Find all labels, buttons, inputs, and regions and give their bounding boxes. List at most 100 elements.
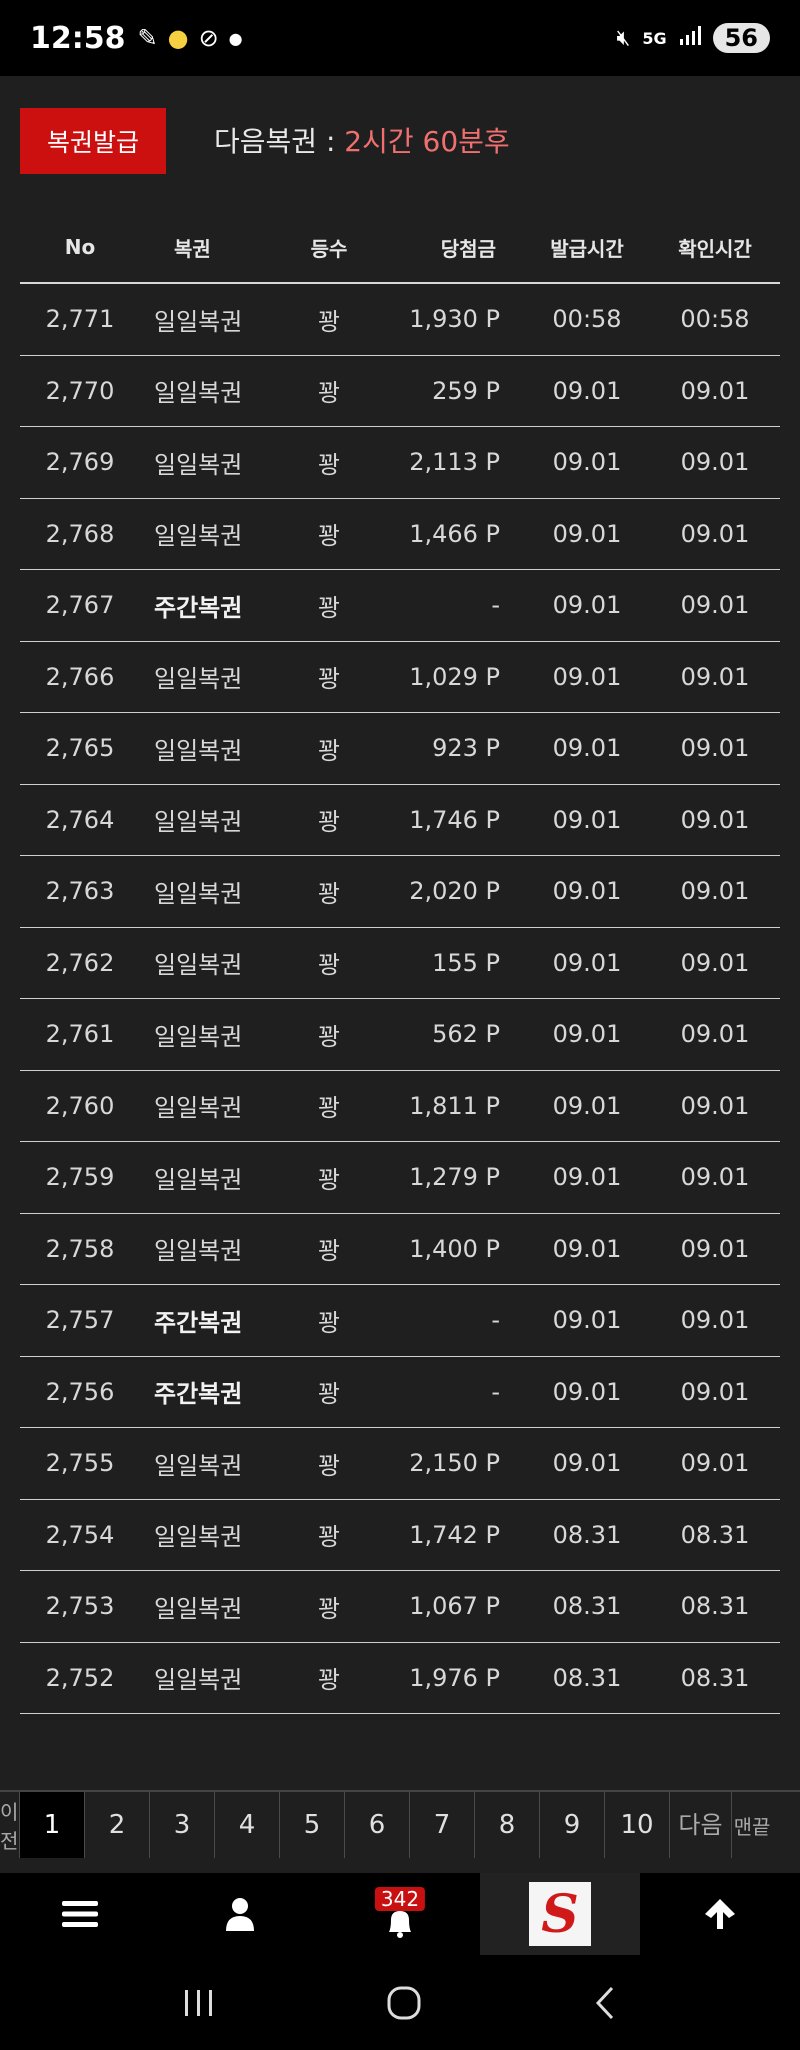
row-checked-time: 09.01 xyxy=(680,1306,750,1335)
page-8-button[interactable]: 8 xyxy=(475,1792,540,1858)
page-4-button[interactable]: 4 xyxy=(215,1792,280,1858)
row-lottery-type: 일일복권 xyxy=(154,1523,243,1552)
home-icon[interactable] xyxy=(386,1985,422,2021)
pagination: 이전 1 2 3 4 5 6 7 8 9 10 다음 맨끝 xyxy=(0,1790,800,1874)
lottery-header: 복권발급 다음복권 : 2시간 60분후 xyxy=(0,76,800,206)
row-checked-time: 09.01 xyxy=(680,376,750,405)
network-type: 5G xyxy=(642,28,667,48)
row-checked-time: 09.01 xyxy=(680,1163,750,1192)
row-prize: 562 P xyxy=(432,1020,500,1049)
row-issued-time: 09.01 xyxy=(552,877,622,906)
menu-button[interactable] xyxy=(0,1873,160,1955)
row-checked-time: 09.01 xyxy=(680,448,750,477)
page-7-button[interactable]: 7 xyxy=(410,1792,475,1858)
column-header-grade: 등수 xyxy=(310,236,348,261)
battery-indicator: 56 xyxy=(712,23,770,53)
arrow-up-icon xyxy=(705,1899,735,1929)
column-header-checked: 확인시간 xyxy=(678,236,752,261)
table-row: 2,762 일일복권 꽝 155 P 09.01 09.01 xyxy=(20,928,780,999)
row-prize: 2,020 P xyxy=(409,877,500,906)
table-row: 2,758 일일복권 꽝 1,400 P 09.01 09.01 xyxy=(20,1214,780,1285)
page-9-button[interactable]: 9 xyxy=(540,1792,605,1858)
prev-page-button[interactable]: 이전 xyxy=(0,1792,20,1858)
last-page-button[interactable]: 맨끝 xyxy=(732,1792,772,1858)
row-issued-time: 09.01 xyxy=(552,948,622,977)
bottom-navigation: 342 S xyxy=(0,1873,800,1955)
table-row: 2,753 일일복권 꽝 1,067 P 08.31 08.31 xyxy=(20,1571,780,1643)
scroll-top-button[interactable] xyxy=(640,1873,800,1955)
row-checked-time: 09.01 xyxy=(680,734,750,763)
row-lottery-type: 일일복권 xyxy=(154,1165,243,1194)
back-icon[interactable] xyxy=(592,1985,618,2021)
row-lottery-type: 일일복권 xyxy=(154,665,243,694)
status-bar-left: 12:58 ✎ ● ⊘ ● xyxy=(30,21,243,56)
column-header-no: No xyxy=(64,235,96,259)
row-prize: 1,067 P xyxy=(409,1592,500,1621)
row-issued-time: 08.31 xyxy=(552,1520,622,1549)
table-row: 2,763 일일복권 꽝 2,020 P 09.01 09.01 xyxy=(20,856,780,928)
table-row: 2,768 일일복권 꽝 1,466 P 09.01 09.01 xyxy=(20,499,780,570)
row-no: 2,771 xyxy=(45,305,115,334)
row-lottery-type: 일일복권 xyxy=(154,1094,243,1123)
next-page-button[interactable]: 다음 xyxy=(670,1792,732,1858)
row-checked-time: 08.31 xyxy=(680,1663,750,1692)
row-no: 2,767 xyxy=(45,591,115,620)
page-3-button[interactable]: 3 xyxy=(150,1792,215,1858)
page-2-button[interactable]: 2 xyxy=(85,1792,150,1858)
page-10-button[interactable]: 10 xyxy=(605,1792,670,1858)
row-grade: 꽝 xyxy=(317,879,341,908)
page-1-button[interactable]: 1 xyxy=(20,1792,85,1858)
row-no: 2,770 xyxy=(45,376,115,405)
row-checked-time: 09.01 xyxy=(680,948,750,977)
row-no: 2,753 xyxy=(45,1592,115,1621)
row-no: 2,752 xyxy=(45,1663,115,1692)
dot-icon: ● xyxy=(228,28,243,48)
row-no: 2,755 xyxy=(45,1449,115,1478)
logo-letter: S xyxy=(541,1883,579,1945)
row-no: 2,766 xyxy=(45,662,115,691)
row-lottery-type: 일일복권 xyxy=(154,379,243,408)
row-lottery-type: 일일복권 xyxy=(154,1451,243,1480)
signal-icon xyxy=(679,25,701,51)
row-lottery-type: 주간복권 xyxy=(154,1308,243,1337)
row-checked-time: 09.01 xyxy=(680,805,750,834)
row-lottery-type: 일일복권 xyxy=(154,1666,243,1695)
row-prize: 1,029 P xyxy=(409,662,500,691)
row-no: 2,764 xyxy=(45,805,115,834)
row-issued-time: 09.01 xyxy=(552,1020,622,1049)
row-checked-time: 09.01 xyxy=(680,1449,750,1478)
row-issued-time: 08.31 xyxy=(552,1592,622,1621)
row-checked-time: 00:58 xyxy=(680,305,750,334)
row-issued-time: 09.01 xyxy=(552,448,622,477)
row-grade: 꽝 xyxy=(317,1237,341,1266)
row-prize: 1,976 P xyxy=(409,1663,500,1692)
row-grade: 꽝 xyxy=(317,307,341,336)
site-logo-button[interactable]: S xyxy=(480,1873,640,1955)
page-5-button[interactable]: 5 xyxy=(280,1792,345,1858)
notification-pen-icon: ✎ xyxy=(137,24,158,52)
table-row: 2,756 주간복권 꽝 - 09.01 09.01 xyxy=(20,1357,780,1428)
row-prize: 923 P xyxy=(432,734,500,763)
row-no: 2,762 xyxy=(45,948,115,977)
table-row: 2,754 일일복권 꽝 1,742 P 08.31 08.31 xyxy=(20,1500,780,1571)
row-grade: 꽝 xyxy=(317,450,341,479)
table-row: 2,766 일일복권 꽝 1,029 P 09.01 09.01 xyxy=(20,642,780,713)
page-6-button[interactable]: 6 xyxy=(345,1792,410,1858)
row-no: 2,763 xyxy=(45,877,115,906)
row-lottery-type: 일일복권 xyxy=(154,522,243,551)
table-row: 2,771 일일복권 꽝 1,930 P 00:58 00:58 xyxy=(20,284,780,356)
row-prize: 1,400 P xyxy=(409,1234,500,1263)
row-prize: 259 P xyxy=(432,376,500,405)
table-row: 2,765 일일복권 꽝 923 P 09.01 09.01 xyxy=(20,713,780,785)
row-checked-time: 08.31 xyxy=(680,1520,750,1549)
notifications-button[interactable]: 342 xyxy=(320,1873,480,1955)
row-issued-time: 09.01 xyxy=(552,1091,622,1120)
next-lottery-label: 다음복권 : xyxy=(214,125,345,158)
row-no: 2,768 xyxy=(45,519,115,548)
lottery-table: No 복권 등수 당첨금 발급시간 확인시간 2,771 일일복권 꽝 1,930 P… xyxy=(20,212,780,1714)
issue-lottery-button[interactable]: 복권발급 xyxy=(20,108,166,174)
recent-apps-icon[interactable] xyxy=(182,1988,216,2018)
row-grade: 꽝 xyxy=(317,1594,341,1623)
profile-button[interactable] xyxy=(160,1873,320,1955)
table-row: 2,752 일일복권 꽝 1,976 P 08.31 08.31 xyxy=(20,1643,780,1714)
